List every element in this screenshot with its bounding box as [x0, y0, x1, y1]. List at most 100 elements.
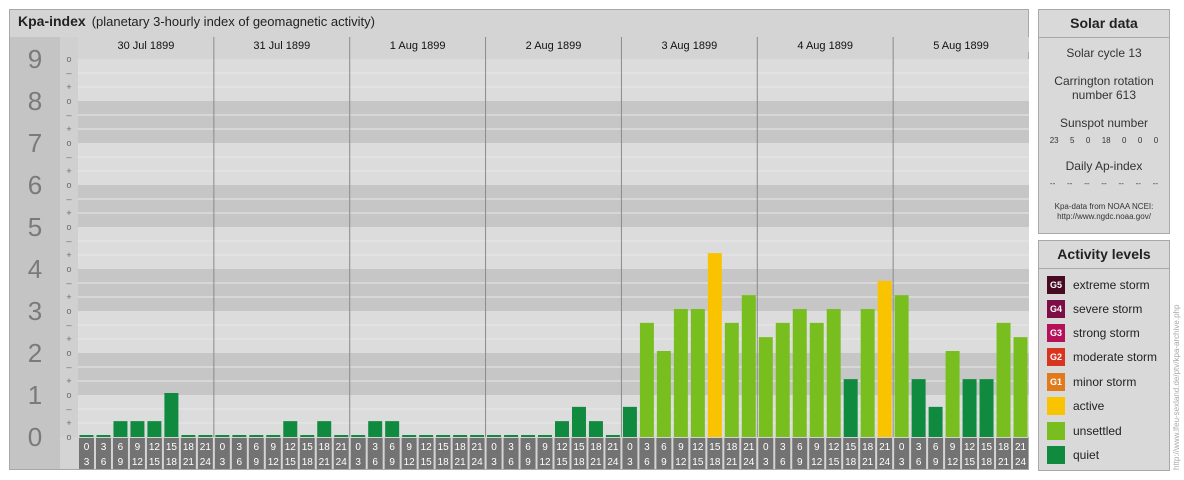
hour-end-label: 3: [491, 457, 497, 468]
kp-bar: [656, 351, 671, 437]
y-subtick-label: –: [66, 110, 71, 120]
kp-bar: [317, 421, 332, 437]
hour-start-label: 21: [879, 442, 891, 453]
hour-end-label: 9: [661, 457, 667, 468]
kp-bar: [402, 435, 417, 437]
ap-index-label: Daily Ap-index: [1065, 159, 1143, 173]
hour-start-label: 15: [302, 442, 314, 453]
hour-end-label: 9: [389, 457, 395, 468]
hour-start-label: 18: [455, 442, 467, 453]
ap-value: --: [1049, 179, 1056, 188]
hour-end-label: 9: [797, 457, 803, 468]
kp-bar: [639, 322, 654, 437]
kp-bar: [571, 406, 586, 437]
level-label: active: [1073, 399, 1105, 413]
kp-bar: [96, 435, 111, 437]
hour-start-label: 9: [814, 442, 820, 453]
kp-bar: [843, 379, 858, 437]
y-tick-label: 2: [28, 338, 42, 368]
hour-start-label: 6: [525, 442, 531, 453]
hour-end-label: 12: [404, 457, 416, 468]
hour-start-label: 0: [355, 442, 361, 453]
hour-start-label: 9: [271, 442, 277, 453]
y-subtick-label: o: [66, 54, 71, 64]
y-subtick-label: –: [66, 152, 71, 162]
hour-end-label: 9: [254, 457, 260, 468]
data-source-link[interactable]: http://www.ngdc.noaa.gov/: [1039, 212, 1169, 222]
level-unsettled: unsettled: [1047, 421, 1122, 441]
level-swatch: [1047, 446, 1065, 464]
sunspot-value: 5: [1070, 136, 1075, 145]
kp-band: [78, 143, 1029, 185]
y-subtick-label: o: [66, 264, 71, 274]
hour-end-label: 15: [285, 457, 297, 468]
kp-bar: [724, 322, 739, 437]
hour-end-label: 24: [743, 457, 755, 468]
kp-bar: [588, 421, 603, 437]
hour-end-label: 15: [421, 457, 433, 468]
kp-bar: [436, 435, 451, 437]
level-label: minor storm: [1073, 375, 1137, 389]
y-subtick-label: o: [66, 222, 71, 232]
solar-cycle: Solar cycle 13: [1066, 46, 1142, 60]
level-swatch: G4: [1047, 300, 1065, 318]
kp-bar: [181, 435, 196, 437]
day-label: 30 Jul 1899: [117, 40, 174, 52]
y-subtick-label: +: [66, 418, 71, 428]
hour-end-label: 3: [899, 457, 905, 468]
hour-end-label: 3: [763, 457, 769, 468]
hour-end-label: 15: [828, 457, 840, 468]
hour-end-label: 24: [879, 457, 891, 468]
y-tick-label: 8: [28, 86, 42, 116]
day-label: 5 Aug 1899: [933, 40, 989, 52]
day-label: 31 Jul 1899: [253, 40, 310, 52]
y-subtick-label: o: [66, 348, 71, 358]
level-severe-storm: G4 severe storm: [1047, 299, 1142, 319]
level-quiet: quiet: [1047, 445, 1099, 465]
ap-value: --: [1067, 179, 1073, 188]
hour-start-label: 21: [607, 442, 619, 453]
sunspot-label: Sunspot number: [1059, 116, 1149, 130]
kp-bar: [300, 435, 315, 437]
hour-end-label: 15: [149, 457, 161, 468]
y-tick-label: 0: [28, 422, 42, 452]
hour-start-label: 6: [797, 442, 803, 453]
kp-bar: [521, 435, 536, 437]
hour-end-label: 3: [355, 457, 361, 468]
y-tick-label: 9: [28, 44, 42, 74]
hour-end-label: 15: [556, 457, 568, 468]
sunspot-values: 23 5 0 18 0 0 0: [1044, 136, 1164, 145]
kp-bar: [555, 421, 569, 437]
kp-bar: [334, 435, 349, 437]
y-subtick-label: +: [66, 124, 71, 134]
kp-bar: [860, 309, 875, 437]
hour-start-label: 21: [1015, 442, 1027, 453]
kp-bar: [1013, 337, 1028, 437]
ap-value: --: [1084, 179, 1090, 188]
kp-bar: [470, 435, 485, 437]
activity-levels-title: Activity levels: [1039, 241, 1169, 269]
y-subtick-label: –: [66, 362, 71, 372]
hour-start-label: 9: [678, 442, 684, 453]
kp-bar: [130, 421, 145, 437]
hour-end-label: 18: [981, 457, 993, 468]
y-subtick-label: –: [66, 236, 71, 246]
hour-end-label: 18: [302, 457, 314, 468]
kp-bar: [826, 309, 841, 437]
kp-bar: [385, 421, 400, 437]
day-label: 2 Aug 1899: [526, 40, 582, 52]
hour-end-label: 6: [237, 457, 243, 468]
hour-start-label: 21: [743, 442, 755, 453]
hour-end-label: 9: [525, 457, 531, 468]
kp-bar: [266, 435, 281, 437]
level-swatch: G5: [1047, 276, 1065, 294]
y-subtick-label: +: [66, 376, 71, 386]
kp-bar: [283, 421, 298, 437]
hour-start-label: 6: [254, 442, 260, 453]
level-label: extreme storm: [1073, 278, 1150, 292]
y-tick-label: 6: [28, 170, 42, 200]
hour-start-label: 0: [627, 442, 633, 453]
hour-end-label: 9: [118, 457, 124, 468]
hour-end-label: 12: [268, 457, 280, 468]
hour-end-label: 24: [1015, 457, 1027, 468]
